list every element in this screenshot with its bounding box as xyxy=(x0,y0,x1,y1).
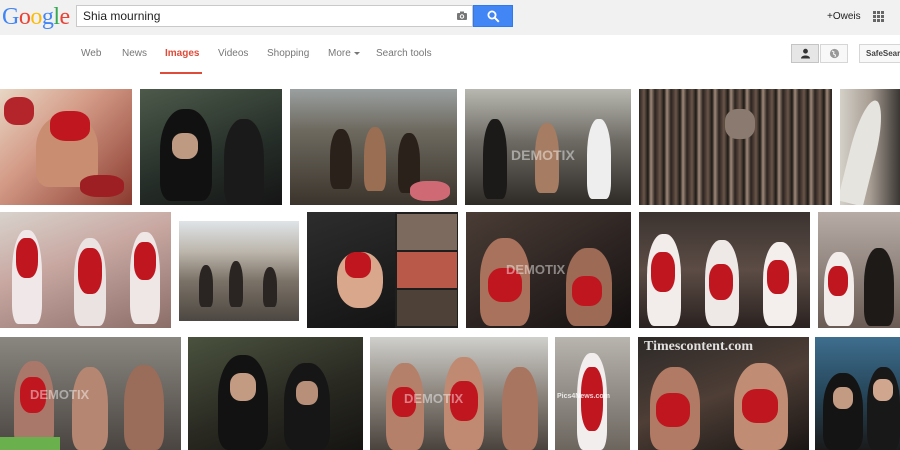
image-result[interactable] xyxy=(0,89,132,205)
image-result[interactable] xyxy=(188,337,363,450)
tab-images[interactable]: Images xyxy=(165,48,199,59)
image-result[interactable]: DEMOTIX xyxy=(0,337,181,450)
chevron-down-icon xyxy=(353,51,360,55)
image-results-grid: DEMOTIX DEMOTIX DEMOTIX DEMOTIX Pics4New… xyxy=(0,75,900,450)
image-result[interactable]: DEMOTIX xyxy=(370,337,548,450)
logo-letter: G xyxy=(2,4,19,30)
logo-letter: e xyxy=(59,4,71,30)
camera-icon[interactable] xyxy=(456,10,468,22)
personal-results-toggle[interactable] xyxy=(791,44,819,63)
apps-grid-icon[interactable] xyxy=(873,11,885,23)
image-result[interactable] xyxy=(639,89,832,205)
watermark-text: DEMOTIX xyxy=(511,147,575,163)
image-result[interactable] xyxy=(307,212,458,328)
watermark-text: DEMOTIX xyxy=(30,387,90,402)
logo-letter: g xyxy=(41,4,54,30)
active-tab-indicator xyxy=(160,72,202,74)
image-result[interactable] xyxy=(290,89,457,205)
tab-more[interactable]: More xyxy=(328,48,360,59)
search-button[interactable] xyxy=(473,5,513,27)
image-result[interactable]: Pics4News.com xyxy=(555,337,630,450)
tab-videos[interactable]: Videos xyxy=(218,48,248,59)
top-bar: Google +Oweis xyxy=(0,0,900,35)
search-tools-button[interactable]: Search tools xyxy=(376,48,432,59)
logo-letter: o xyxy=(18,4,31,30)
search-input[interactable] xyxy=(83,8,443,24)
watermark-text: Pics4News.com xyxy=(557,393,610,400)
image-result[interactable]: Timescontent.com xyxy=(638,337,809,450)
image-result[interactable]: DEMOTIX xyxy=(465,89,631,205)
tab-more-label: More xyxy=(328,48,351,59)
watermark-text: DEMOTIX xyxy=(404,391,464,406)
image-result[interactable] xyxy=(840,89,900,205)
search-icon xyxy=(487,10,500,23)
watermark-text: DEMOTIX xyxy=(506,262,566,277)
search-nav-bar: Web News Images Videos Shopping More Sea… xyxy=(0,35,900,76)
logo-letter: o xyxy=(30,4,42,30)
tab-shopping[interactable]: Shopping xyxy=(267,48,309,59)
tab-news[interactable]: News xyxy=(122,48,147,59)
globe-icon xyxy=(829,48,840,59)
tab-web[interactable]: Web xyxy=(81,48,101,59)
global-results-toggle[interactable] xyxy=(820,44,848,63)
image-result[interactable] xyxy=(815,337,900,450)
safesearch-button[interactable]: SafeSearch xyxy=(859,44,900,63)
user-profile-link[interactable]: +Oweis xyxy=(827,11,861,22)
search-box xyxy=(76,5,473,27)
watermark-text: Timescontent.com xyxy=(644,339,753,354)
person-icon xyxy=(801,48,810,59)
image-result[interactable] xyxy=(818,212,900,328)
image-result[interactable]: DEMOTIX xyxy=(466,212,631,328)
google-logo[interactable]: Google xyxy=(2,4,70,30)
image-result[interactable] xyxy=(0,212,171,328)
image-result[interactable] xyxy=(179,221,299,321)
image-result[interactable] xyxy=(140,89,282,205)
image-result[interactable] xyxy=(639,212,810,328)
